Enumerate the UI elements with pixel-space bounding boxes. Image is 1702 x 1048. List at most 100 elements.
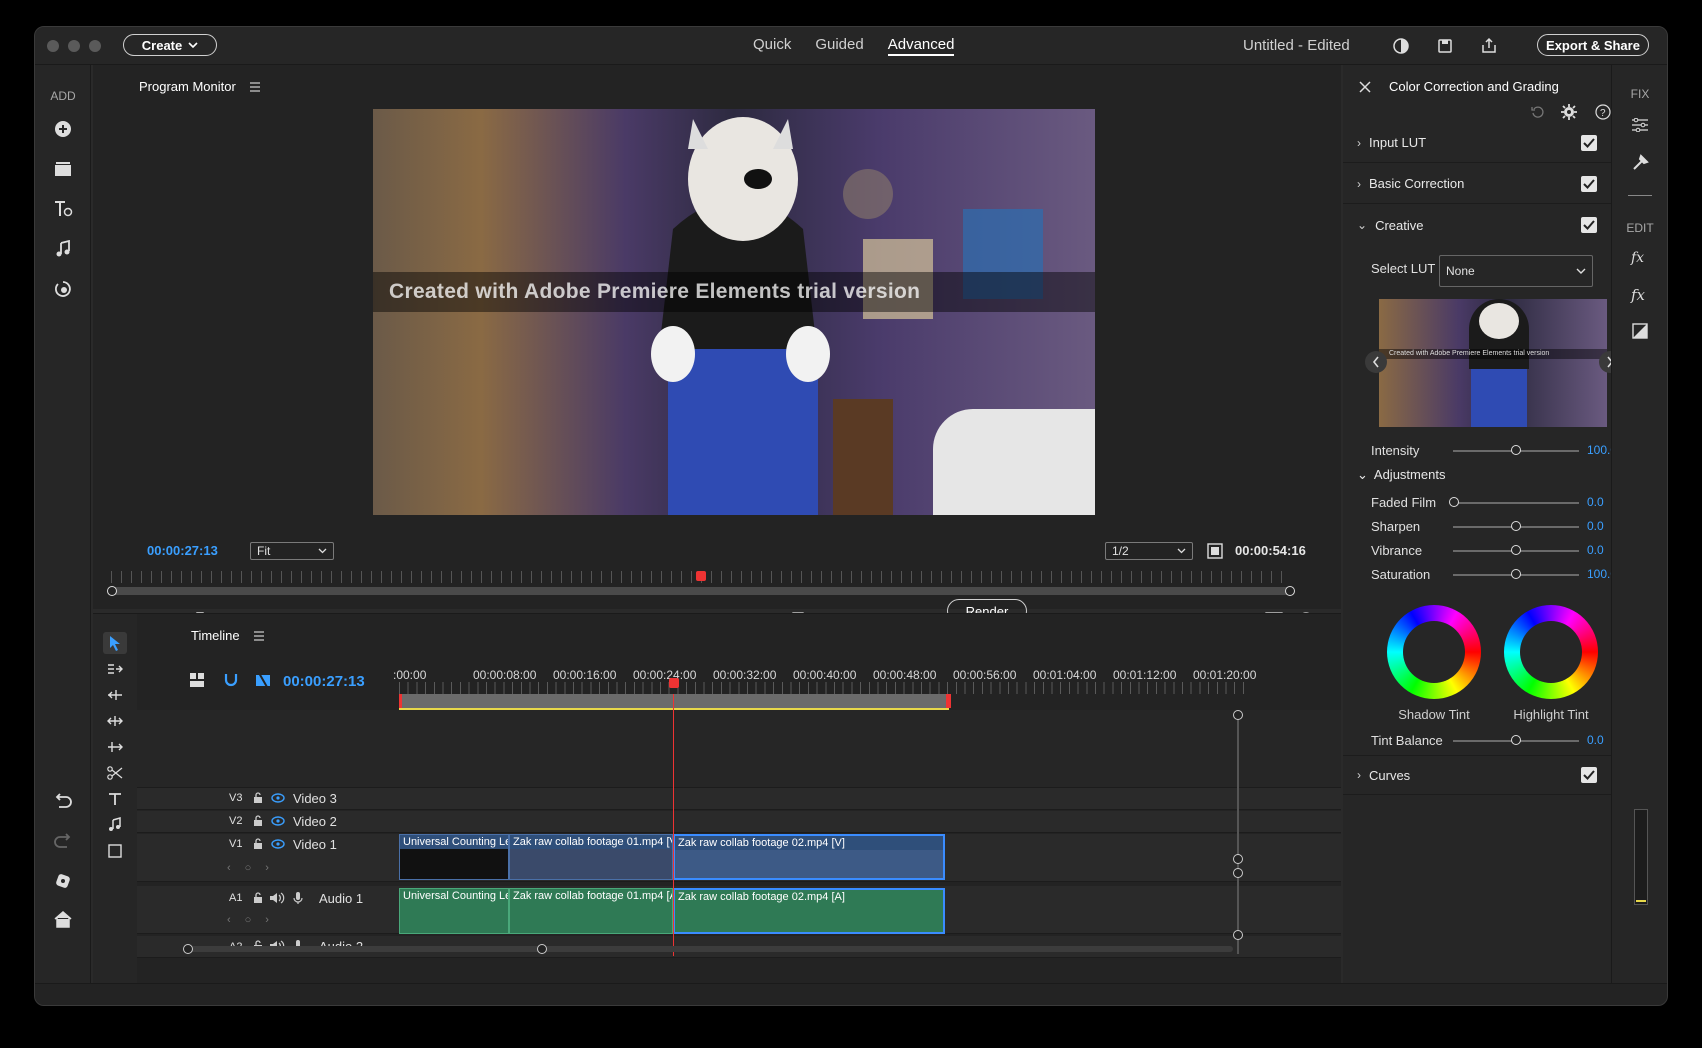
selection-tool-icon[interactable] — [103, 632, 127, 654]
timeline-ruler[interactable] — [399, 682, 1247, 694]
video-frame[interactable]: Created with Adobe Premiere Elements tri… — [373, 109, 1095, 515]
section-input-lut[interactable]: › Input LUT — [1343, 123, 1613, 163]
slider-knob[interactable] — [1511, 521, 1521, 531]
slider-knob[interactable] — [1449, 497, 1459, 507]
close-icon[interactable] — [1359, 81, 1371, 93]
smart-trim-icon[interactable] — [255, 672, 271, 688]
work-area-end-handle[interactable] — [946, 694, 951, 708]
scrub-start-handle[interactable] — [107, 586, 117, 596]
project-assets-icon[interactable] — [51, 157, 75, 181]
tab-advanced[interactable]: Advanced — [887, 36, 955, 56]
type-tool-icon[interactable] — [103, 788, 127, 810]
undo-icon[interactable] — [51, 789, 75, 813]
work-area-bar[interactable] — [399, 694, 949, 708]
gear-icon[interactable] — [1561, 104, 1577, 120]
slider-knob[interactable] — [1511, 445, 1521, 455]
zoom-dropdown[interactable]: Fit — [250, 542, 334, 560]
tab-quick[interactable]: Quick — [753, 36, 791, 56]
snap-icon[interactable] — [223, 672, 239, 688]
curves-checkbox[interactable] — [1581, 767, 1597, 783]
minimize-window-button[interactable] — [68, 40, 80, 52]
lock-icon[interactable] — [253, 792, 263, 804]
zoom-end-handle[interactable] — [537, 944, 547, 954]
video-clip-footage-01[interactable]: Zak raw collab footage 01.mp4 [V] — [509, 834, 673, 880]
close-window-button[interactable] — [47, 40, 59, 52]
slider-value[interactable]: 0.0 — [1587, 495, 1604, 509]
monitor-playhead[interactable] — [696, 571, 706, 581]
create-button[interactable]: Create — [123, 34, 217, 56]
applied-effects-icon[interactable]: fx — [1628, 245, 1652, 269]
lock-icon[interactable] — [253, 815, 263, 827]
section-basic-correction[interactable]: › Basic Correction — [1343, 164, 1613, 204]
keyframe-nav[interactable]: ‹○› — [227, 862, 283, 874]
slider-knob[interactable] — [1511, 569, 1521, 579]
shadow-tint-wheel[interactable] — [1387, 605, 1481, 699]
horizontal-scrollbar[interactable] — [189, 946, 1233, 952]
tint-balance-slider[interactable]: Tint Balance 0.0 — [1343, 729, 1613, 753]
select-lut-dropdown[interactable]: None — [1439, 255, 1593, 287]
fullscreen-icon[interactable] — [1207, 543, 1223, 559]
vibrance-slider[interactable]: Vibrance 0.0 — [1343, 539, 1613, 563]
home-icon[interactable] — [51, 907, 75, 931]
scroll-handle[interactable] — [1233, 854, 1243, 864]
eye-icon[interactable] — [271, 816, 285, 826]
track-options-icon[interactable] — [189, 672, 205, 688]
lock-icon[interactable] — [253, 838, 263, 850]
timeline-playhead-handle[interactable] — [669, 678, 679, 688]
music-icon[interactable] — [51, 237, 75, 261]
audio-clip-counting[interactable]: Universal Counting Lea — [399, 888, 509, 934]
microphone-icon[interactable] — [293, 891, 303, 905]
rate-stretch-icon[interactable] — [103, 736, 127, 758]
speaker-icon[interactable] — [269, 891, 285, 905]
share-icon[interactable] — [1479, 36, 1499, 56]
color-icon[interactable] — [1628, 319, 1652, 343]
razor-icon[interactable] — [103, 762, 127, 784]
adjustments-icon[interactable] — [1628, 113, 1652, 137]
slider-knob[interactable] — [1511, 735, 1521, 745]
scroll-handle[interactable] — [1233, 930, 1243, 940]
add-media-icon[interactable] — [51, 117, 75, 141]
keyframe-nav[interactable]: ‹○› — [227, 914, 283, 926]
track-select-icon[interactable] — [103, 658, 127, 680]
effects-icon[interactable]: fx — [1628, 283, 1652, 307]
creative-checkbox[interactable] — [1581, 217, 1597, 233]
graphics-icon[interactable] — [51, 277, 75, 301]
redo-icon[interactable] — [51, 829, 75, 853]
previous-lut-button[interactable] — [1365, 351, 1387, 373]
timeline-playhead[interactable] — [673, 694, 674, 956]
slider-value[interactable]: 0.0 — [1587, 543, 1604, 557]
reset-icon[interactable] — [1531, 105, 1545, 119]
audio-tool-icon[interactable] — [103, 814, 127, 836]
help-icon[interactable]: ? — [1595, 104, 1611, 120]
tint-balance-value[interactable]: 0.0 — [1587, 733, 1604, 747]
timeline-menu-icon[interactable] — [253, 631, 265, 641]
intensity-slider[interactable]: Intensity 100.0 — [1343, 439, 1617, 463]
resolution-dropdown[interactable]: 1/2 — [1105, 542, 1193, 560]
maximize-window-button[interactable] — [89, 40, 101, 52]
contrast-icon[interactable] — [1391, 36, 1411, 56]
eye-icon[interactable] — [271, 793, 285, 803]
save-icon[interactable] — [1435, 36, 1455, 56]
section-curves[interactable]: › Curves — [1343, 755, 1613, 795]
shape-tool-icon[interactable] — [103, 840, 127, 862]
saturation-slider[interactable]: Saturation 100.0 — [1343, 563, 1617, 587]
zoom-start-handle[interactable] — [183, 944, 193, 954]
slider-knob[interactable] — [1511, 545, 1521, 555]
tab-guided[interactable]: Guided — [815, 36, 863, 56]
organizer-icon[interactable] — [51, 869, 75, 893]
export-share-button[interactable]: Export & Share — [1537, 34, 1649, 56]
panel-menu-icon[interactable] — [249, 82, 261, 92]
lut-preview-thumbnail[interactable]: Created with Adobe Premiere Elements tri… — [1379, 299, 1607, 427]
rolling-edit-icon[interactable] — [103, 710, 127, 732]
work-area-start-handle[interactable] — [399, 694, 402, 708]
highlight-tint-wheel[interactable] — [1504, 605, 1598, 699]
faded-film-slider[interactable]: Faded Film 0.0 — [1343, 491, 1613, 515]
slider-value[interactable]: 0.0 — [1587, 519, 1604, 533]
lock-icon[interactable] — [253, 892, 263, 904]
scroll-handle[interactable] — [1233, 710, 1243, 720]
input-lut-checkbox[interactable] — [1581, 134, 1597, 151]
eye-icon[interactable] — [271, 839, 285, 849]
section-creative[interactable]: ⌄ Creative — [1343, 205, 1613, 245]
ripple-edit-icon[interactable] — [103, 684, 127, 706]
tools-icon[interactable] — [1628, 151, 1652, 175]
